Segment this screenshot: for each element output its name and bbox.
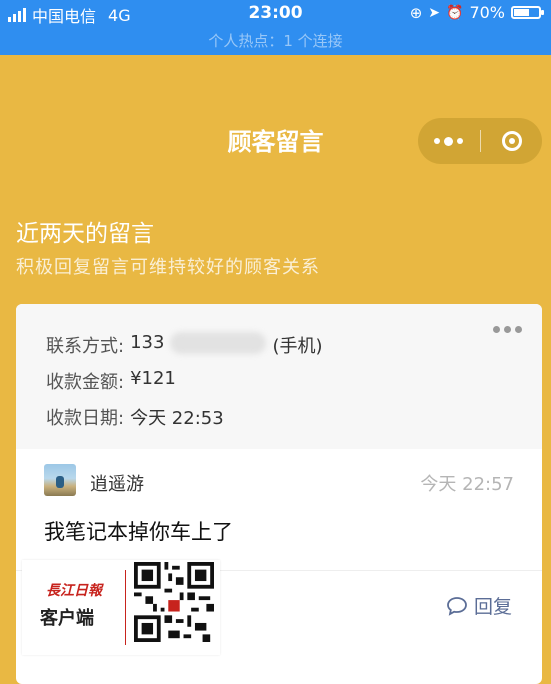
- status-right: ⊕ ➤ ⏰ 70%: [409, 3, 544, 22]
- message-user: 逍遥游: [90, 474, 144, 495]
- client-label: 客户端: [40, 608, 94, 629]
- newspaper-logo: 長江日報: [46, 583, 102, 599]
- date-value: 今天 22:53: [130, 408, 224, 429]
- date-label: 收款日期:: [46, 408, 125, 429]
- location-icon: ➤: [428, 4, 440, 21]
- battery-percent: 70%: [469, 3, 505, 22]
- watermark-divider: [125, 570, 126, 645]
- section-title: 近两天的留言: [16, 221, 154, 247]
- contact-label: 联系方式:: [46, 336, 125, 357]
- section-subtitle: 积极回复留言可维持较好的顾客关系: [16, 257, 320, 278]
- contact-row: 联系方式: 133 (手机): [46, 332, 322, 358]
- battery-icon: [511, 6, 544, 19]
- message-time: 今天 22:57: [420, 474, 514, 495]
- orientation-lock-icon: ⊕: [409, 3, 423, 22]
- message-header: 逍遥游 今天 22:57: [44, 464, 514, 498]
- reply-button[interactable]: 回复: [446, 592, 512, 619]
- close-button[interactable]: [481, 118, 542, 164]
- payment-info: 联系方式: 133 (手机) 收款金额: ¥121 收款日期: 今天 22:53: [16, 304, 542, 449]
- more-button[interactable]: [418, 118, 479, 164]
- amount-value: ¥121: [130, 368, 176, 389]
- hotspot-banner[interactable]: 个人热点：1 个连接: [0, 30, 551, 51]
- contact-suffix: (手机): [272, 336, 323, 357]
- miniprogram-capsule: [418, 118, 542, 164]
- card-more-icon[interactable]: [493, 326, 522, 333]
- message-text: 我笔记本掉你车上了: [44, 520, 233, 544]
- contact-value: 133: [130, 332, 165, 353]
- close-circle-icon: [501, 131, 522, 151]
- avatar: [44, 464, 76, 496]
- reply-label: 回复: [473, 596, 512, 618]
- amount-label: 收款金额:: [46, 372, 125, 393]
- redacted-phone: [170, 332, 267, 354]
- alarm-icon: ⏰: [446, 4, 464, 21]
- amount-row: 收款金额: ¥121: [46, 368, 176, 394]
- chat-bubble-icon: [447, 596, 467, 616]
- qr-code-icon: [134, 562, 214, 642]
- date-row: 收款日期: 今天 22:53: [46, 404, 224, 430]
- status-bar: 中国电信 4G 23:00 ⊕ ➤ ⏰ 70% 个人热点：1 个连接: [0, 0, 551, 55]
- watermark-overlay: 長江日報 客户端: [22, 560, 220, 655]
